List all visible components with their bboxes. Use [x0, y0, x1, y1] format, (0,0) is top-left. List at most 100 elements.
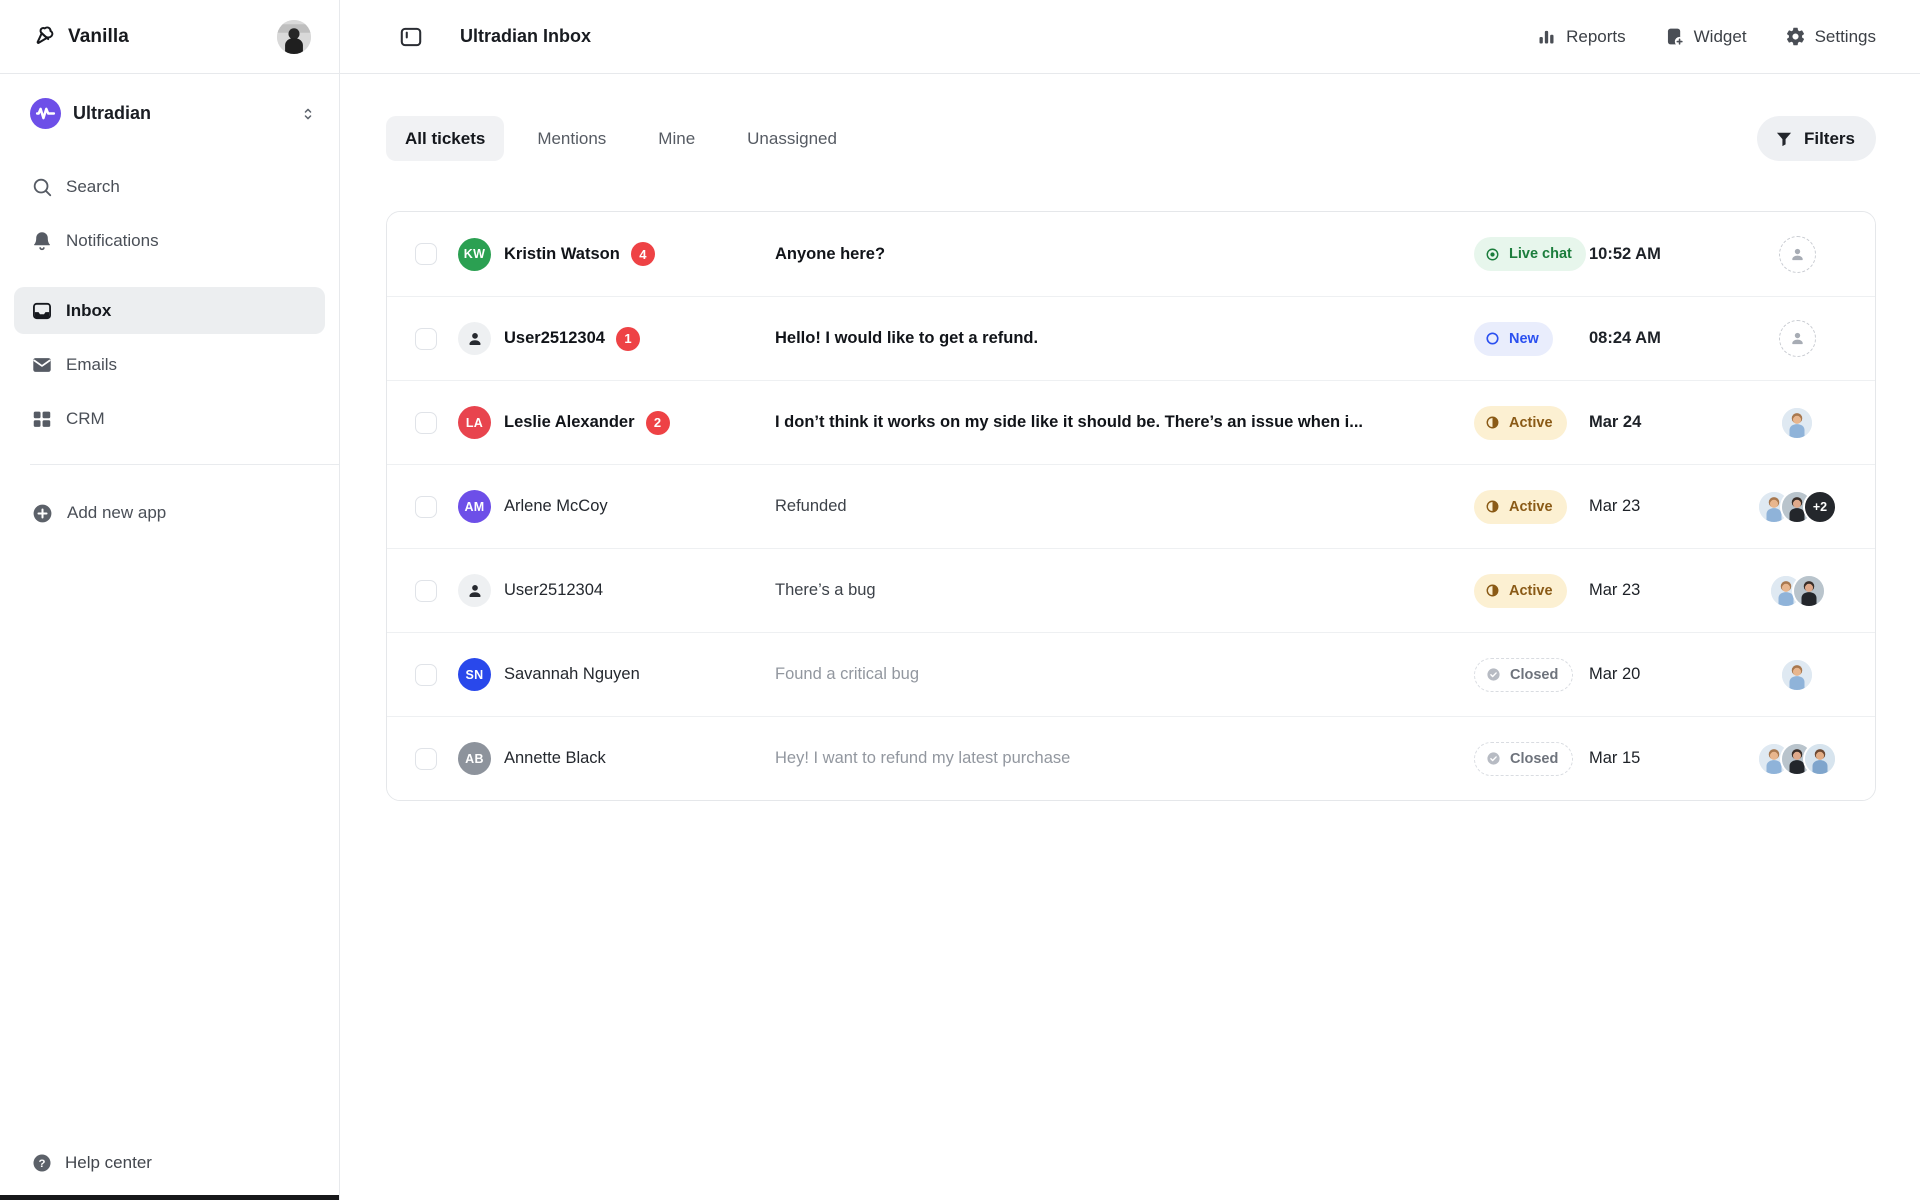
mail-icon — [31, 354, 53, 376]
sidebar-toggle-icon[interactable] — [398, 24, 424, 50]
active-status-icon — [1484, 414, 1501, 431]
filters-label: Filters — [1804, 129, 1855, 149]
ticket-assignees — [1739, 320, 1855, 357]
sender-name: Arlene McCoy — [504, 497, 608, 516]
status-label: Closed — [1510, 667, 1558, 683]
action-label: Widget — [1694, 27, 1747, 47]
ticket-row[interactable]: AM Arlene McCoy Refunded Active Mar 23 +… — [387, 464, 1875, 548]
ticket-list: KW Kristin Watson4 Anyone here? Live cha… — [386, 211, 1876, 801]
filters-button[interactable]: Filters — [1757, 116, 1876, 161]
sender-avatar: AM — [458, 490, 491, 523]
row-checkbox[interactable] — [415, 496, 437, 518]
sender-name: Annette Black — [504, 749, 606, 768]
status-badge: Active — [1474, 406, 1567, 440]
tab-label: All tickets — [405, 129, 485, 149]
ticket-row[interactable]: AB Annette Black Hey! I want to refund m… — [387, 716, 1875, 800]
assignee-avatar — [1803, 742, 1837, 776]
page-title: Ultradian Inbox — [460, 26, 591, 47]
sender-avatar — [458, 322, 491, 355]
sender-initials: AB — [465, 752, 484, 766]
widget-button[interactable]: Widget — [1664, 26, 1747, 47]
chart-icon — [1536, 26, 1557, 47]
assignee-stack — [1780, 406, 1814, 440]
user-avatar[interactable] — [277, 20, 311, 54]
tab-all-tickets[interactable]: All tickets — [386, 116, 504, 161]
row-checkbox[interactable] — [415, 580, 437, 602]
funnel-icon — [1774, 129, 1794, 149]
sidebar-item-label: Emails — [66, 355, 117, 375]
tabs-row: All tickets Mentions Mine Unassigned Filter… — [386, 116, 1876, 161]
ticket-message: Hey! I want to refund my latest purchase — [775, 749, 1474, 768]
sender-avatar: SN — [458, 658, 491, 691]
status-label: Closed — [1510, 751, 1558, 767]
assignee-stack — [1780, 658, 1814, 692]
sender-initials: KW — [464, 247, 485, 261]
ticket-row[interactable]: User25123041 Hello! I would like to get … — [387, 296, 1875, 380]
unassigned-avatar-placeholder — [1779, 236, 1816, 273]
status-label: Live chat — [1509, 246, 1572, 262]
svg-text:?: ? — [39, 1158, 46, 1170]
sidebar: Vanilla Ultradian Search Notifications I… — [0, 0, 340, 1200]
search-icon — [31, 176, 53, 198]
sender-name: Savannah Nguyen — [504, 665, 640, 684]
row-checkbox[interactable] — [415, 748, 437, 770]
widget-icon — [1664, 26, 1685, 47]
ticket-assignees: +2 — [1739, 490, 1855, 524]
tab-mentions[interactable]: Mentions — [518, 116, 625, 161]
tab-unassigned[interactable]: Unassigned — [728, 116, 856, 161]
sidebar-item-search[interactable]: Search — [14, 163, 325, 210]
assignee-stack: +2 — [1757, 490, 1837, 524]
assignee-avatar — [1780, 658, 1814, 692]
row-checkbox[interactable] — [415, 664, 437, 686]
settings-button[interactable]: Settings — [1785, 26, 1876, 47]
assignee-stack — [1757, 742, 1837, 776]
sidebar-footer: ? Help center — [0, 1152, 339, 1200]
add-new-app-button[interactable]: Add new app — [14, 491, 325, 535]
active-status-icon — [1484, 582, 1501, 599]
ticket-status: Active — [1474, 490, 1589, 524]
ticket-assignees — [1739, 658, 1855, 692]
sender-block: Kristin Watson4 — [504, 242, 775, 266]
sender-name: User2512304 — [504, 581, 603, 600]
ticket-time: Mar 24 — [1589, 413, 1739, 432]
status-label: Active — [1509, 583, 1553, 599]
closed-status-icon — [1485, 750, 1502, 767]
ticket-row[interactable]: KW Kristin Watson4 Anyone here? Live cha… — [387, 212, 1875, 296]
status-badge: Active — [1474, 574, 1567, 608]
app-window: Vanilla Ultradian Search Notifications I… — [0, 0, 1920, 1200]
row-checkbox[interactable] — [415, 412, 437, 434]
ticket-assignees — [1739, 406, 1855, 440]
ticket-status: New — [1474, 322, 1589, 356]
sender-avatar: AB — [458, 742, 491, 775]
app-name: Vanilla — [68, 26, 129, 48]
tab-label: Mentions — [537, 129, 606, 149]
action-label: Reports — [1566, 27, 1626, 47]
sidebar-item-notifications[interactable]: Notifications — [14, 217, 325, 264]
icecream-logo-icon — [30, 23, 57, 50]
person-icon — [466, 330, 484, 348]
ticket-time: Mar 20 — [1589, 665, 1739, 684]
sender-name: Kristin Watson — [504, 245, 620, 264]
row-checkbox[interactable] — [415, 243, 437, 265]
tab-mine[interactable]: Mine — [639, 116, 714, 161]
row-checkbox[interactable] — [415, 328, 437, 350]
reports-button[interactable]: Reports — [1536, 26, 1626, 47]
status-badge: Active — [1474, 490, 1567, 524]
sender-block: User2512304 — [504, 581, 775, 600]
ticket-time: 10:52 AM — [1589, 245, 1739, 264]
grid-icon — [31, 408, 53, 430]
ticket-row[interactable]: LA Leslie Alexander2 I don’t think it wo… — [387, 380, 1875, 464]
ticket-row[interactable]: SN Savannah Nguyen Found a critical bug … — [387, 632, 1875, 716]
add-new-app-label: Add new app — [67, 503, 166, 523]
sidebar-item-crm[interactable]: CRM — [14, 395, 325, 442]
ticket-row[interactable]: User2512304 There’s a bug Active Mar 23 — [387, 548, 1875, 632]
workspace-selector[interactable]: Ultradian — [30, 98, 317, 129]
assignee-avatar — [1792, 574, 1826, 608]
sidebar-item-label: Inbox — [66, 301, 111, 321]
help-center-button[interactable]: ? Help center — [31, 1152, 308, 1174]
sidebar-item-emails[interactable]: Emails — [14, 341, 325, 388]
ticket-assignees — [1739, 742, 1855, 776]
ticket-time: 08:24 AM — [1589, 329, 1739, 348]
sender-block: Arlene McCoy — [504, 497, 775, 516]
sidebar-item-inbox[interactable]: Inbox — [14, 287, 325, 334]
